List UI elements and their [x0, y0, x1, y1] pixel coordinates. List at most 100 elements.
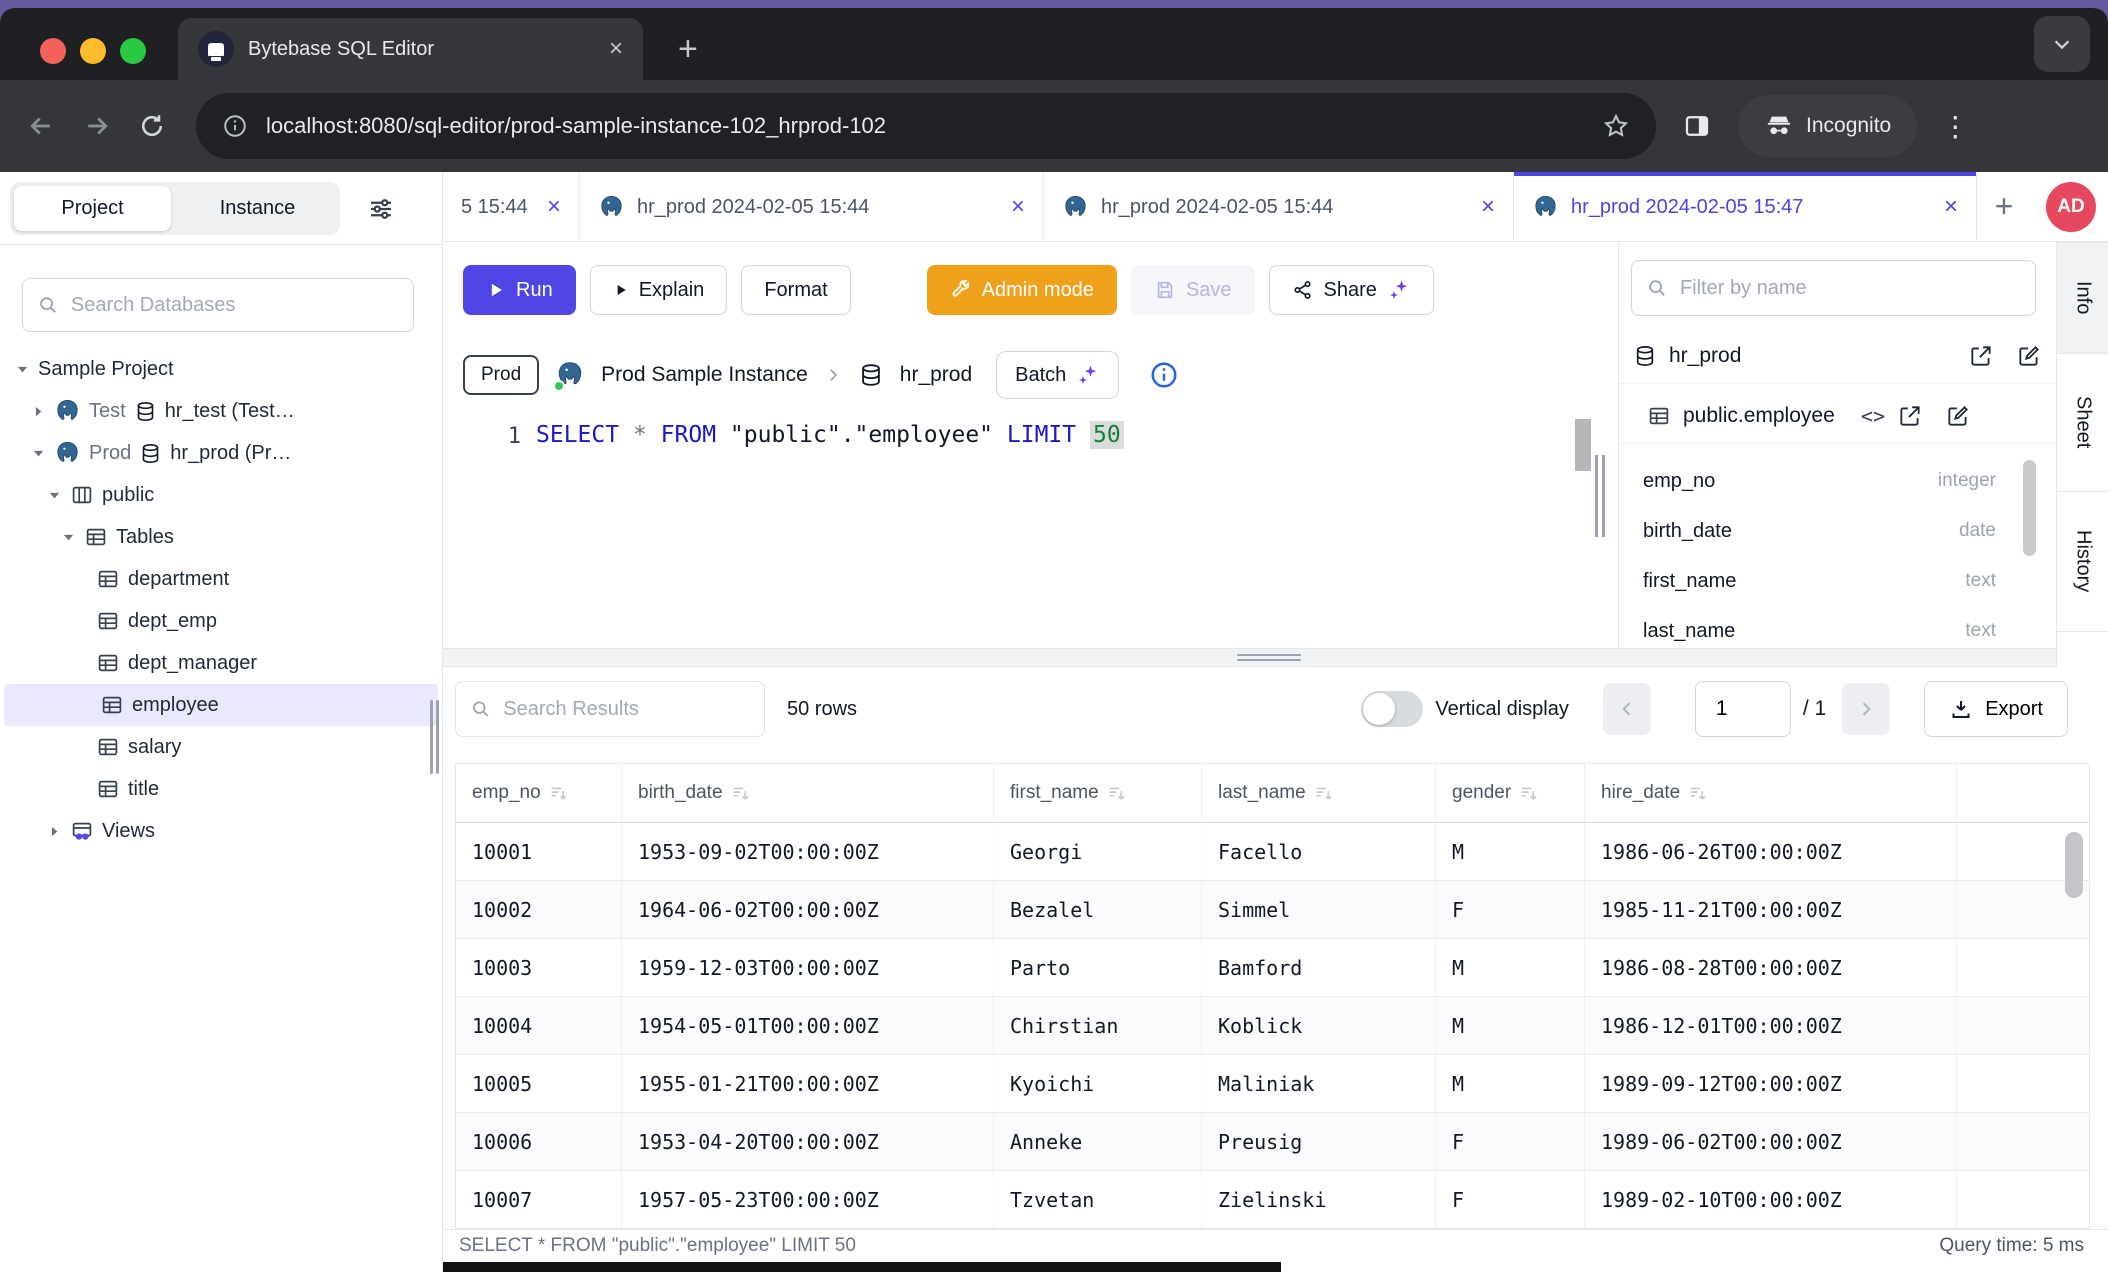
vertical-display-toggle[interactable]: [1361, 691, 1423, 727]
tree-item-views[interactable]: Views: [0, 810, 442, 852]
page-number-input[interactable]: [1695, 681, 1791, 737]
tree-item-sample-project[interactable]: Sample Project: [0, 348, 442, 390]
editor-tab-3[interactable]: hr_prod 2024-02-05 15:44×: [1044, 172, 1514, 242]
sql-token: 50: [1090, 421, 1124, 449]
database-search-input[interactable]: [69, 293, 399, 318]
right-tab-info[interactable]: Info: [2057, 242, 2108, 354]
column-header-gender[interactable]: gender: [1436, 764, 1585, 822]
sql-code-line[interactable]: SELECT * FROM "public"."employee" LIMIT …: [536, 422, 1124, 448]
table-row[interactable]: 100071957-05-23T00:00:00ZTzvetanZielinsk…: [456, 1171, 2089, 1229]
sidebar-resize-handle[interactable]: [430, 700, 439, 774]
batch-button[interactable]: Batch: [996, 351, 1119, 399]
side-panel-icon[interactable]: [1682, 111, 1712, 141]
tab-close-icon[interactable]: ×: [1011, 193, 1025, 221]
edit-icon[interactable]: [1945, 403, 1971, 429]
column-header-emp_no[interactable]: emp_no: [456, 764, 622, 822]
next-page-button[interactable]: [1842, 683, 1890, 735]
right-tab-sheet[interactable]: Sheet: [2057, 354, 2108, 492]
table-scrollbar[interactable]: [2065, 832, 2083, 898]
tab-close-icon[interactable]: ×: [547, 193, 561, 221]
right-tab-history[interactable]: History: [2057, 492, 2108, 632]
database-search[interactable]: [22, 278, 414, 332]
tree-item-hr_test-test-[interactable]: Testhr_test (Test…: [0, 390, 442, 432]
view-code-icon[interactable]: <>: [1861, 404, 1885, 428]
browser-tab[interactable]: Bytebase SQL Editor ×: [178, 18, 643, 80]
schema-filter[interactable]: [1631, 260, 2036, 316]
table-row[interactable]: 100031959-12-03T00:00:00ZPartoBamfordM19…: [456, 939, 2089, 997]
postgres-icon: [598, 194, 625, 221]
filter-settings-icon[interactable]: [366, 194, 396, 224]
run-button[interactable]: Run: [463, 265, 576, 315]
tree-item-salary[interactable]: salary: [0, 726, 442, 768]
column-header-hire_date[interactable]: hire_date: [1585, 764, 1957, 822]
info-icon[interactable]: [1149, 360, 1179, 390]
back-icon[interactable]: [26, 111, 56, 141]
admin-mode-button[interactable]: Admin mode: [927, 265, 1117, 315]
new-tab-button[interactable]: +: [678, 30, 698, 69]
editor-tab-2[interactable]: hr_prod 2024-02-05 15:44×: [580, 172, 1044, 242]
sql-editor[interactable]: 1 SELECT * FROM "public"."employee" LIMI…: [443, 412, 1618, 648]
results-search-input[interactable]: [501, 697, 750, 722]
edit-icon[interactable]: [2016, 343, 2042, 369]
horizontal-splitter[interactable]: [443, 648, 2056, 667]
editor-tab-1[interactable]: 5 15:44×: [443, 172, 580, 242]
explain-button[interactable]: Explain: [590, 265, 728, 315]
share-button[interactable]: Share: [1269, 265, 1434, 315]
forward-icon[interactable]: [82, 111, 112, 141]
export-button[interactable]: Export: [1924, 681, 2068, 737]
splitter-grip-icon[interactable]: [1237, 654, 1301, 662]
tree-item-employee[interactable]: employee: [4, 684, 438, 726]
column-header-birth_date[interactable]: birth_date: [622, 764, 994, 822]
tab-search-button[interactable]: [2034, 16, 2090, 72]
prev-page-button[interactable]: [1603, 683, 1651, 735]
results-search[interactable]: [455, 681, 765, 737]
column-type: text: [1965, 620, 1996, 642]
table-row[interactable]: 100061953-04-20T00:00:00ZAnnekePreusigF1…: [456, 1113, 2089, 1171]
panel-scrollbar[interactable]: [2023, 460, 2036, 556]
tab-close-icon[interactable]: ×: [1481, 193, 1495, 221]
browser-tab-strip: Bytebase SQL Editor × +: [0, 8, 2108, 80]
user-avatar[interactable]: AD: [2046, 182, 2096, 232]
tree-item-label: dept_manager: [128, 652, 257, 675]
site-info-icon[interactable]: [222, 113, 248, 139]
bookmark-star-icon[interactable]: [1602, 112, 1630, 140]
window-minimize-button[interactable]: [80, 38, 106, 64]
table-row[interactable]: 100021964-06-02T00:00:00ZBezalelSimmelF1…: [456, 881, 2089, 939]
table-row[interactable]: 100051955-01-21T00:00:00ZKyoichiMaliniak…: [456, 1055, 2089, 1113]
panel-database-row[interactable]: hr_prod: [1619, 328, 2056, 384]
format-button[interactable]: Format: [741, 265, 850, 315]
editor-scrollbar[interactable]: [1575, 419, 1591, 471]
sidebar-tab-switcher: Project Instance: [10, 182, 340, 235]
tab-close-icon[interactable]: ×: [609, 37, 623, 61]
browser-menu-icon[interactable]: ⋮: [1941, 110, 1969, 143]
editor-tab-4[interactable]: hr_prod 2024-02-05 15:47×: [1514, 172, 1977, 242]
tree-item-tables[interactable]: Tables: [0, 516, 442, 558]
tree-item-department[interactable]: department: [0, 558, 442, 600]
external-link-icon[interactable]: [1897, 403, 1923, 429]
column-header-first_name[interactable]: first_name: [994, 764, 1202, 822]
executed-sql: SELECT * FROM "public"."employee" LIMIT …: [459, 1235, 856, 1257]
tree-item-dept_emp[interactable]: dept_emp: [0, 600, 442, 642]
window-zoom-button[interactable]: [120, 38, 146, 64]
download-icon: [1949, 697, 1973, 721]
incognito-badge[interactable]: Incognito: [1738, 95, 1917, 157]
tree-item-hr_prod-pr-[interactable]: Prodhr_prod (Pr…: [0, 432, 442, 474]
window-close-button[interactable]: [40, 38, 66, 64]
refresh-icon[interactable]: [138, 112, 166, 140]
column-header-last_name[interactable]: last_name: [1202, 764, 1436, 822]
tree-item-dept_manager[interactable]: dept_manager: [0, 642, 442, 684]
tree-item-public[interactable]: public: [0, 474, 442, 516]
schema-filter-input[interactable]: [1678, 276, 2021, 301]
url-bar[interactable]: localhost:8080/sql-editor/prod-sample-in…: [196, 93, 1656, 159]
panel-table-row[interactable]: public.employee <>: [1619, 388, 2056, 444]
table-row[interactable]: 100011953-09-02T00:00:00ZGeorgiFacelloM1…: [456, 823, 2089, 881]
add-editor-tab-button[interactable]: +: [1977, 172, 2031, 241]
table-row[interactable]: 100041954-05-01T00:00:00ZChirstianKoblic…: [456, 997, 2089, 1055]
tab-project[interactable]: Project: [14, 186, 171, 231]
external-link-icon[interactable]: [1968, 343, 1994, 369]
save-button[interactable]: Save: [1131, 265, 1255, 315]
panel-resize-handle[interactable]: [1595, 455, 1605, 537]
tree-item-title[interactable]: title: [0, 768, 442, 810]
tab-instance[interactable]: Instance: [179, 186, 336, 231]
tab-close-icon[interactable]: ×: [1944, 193, 1958, 221]
